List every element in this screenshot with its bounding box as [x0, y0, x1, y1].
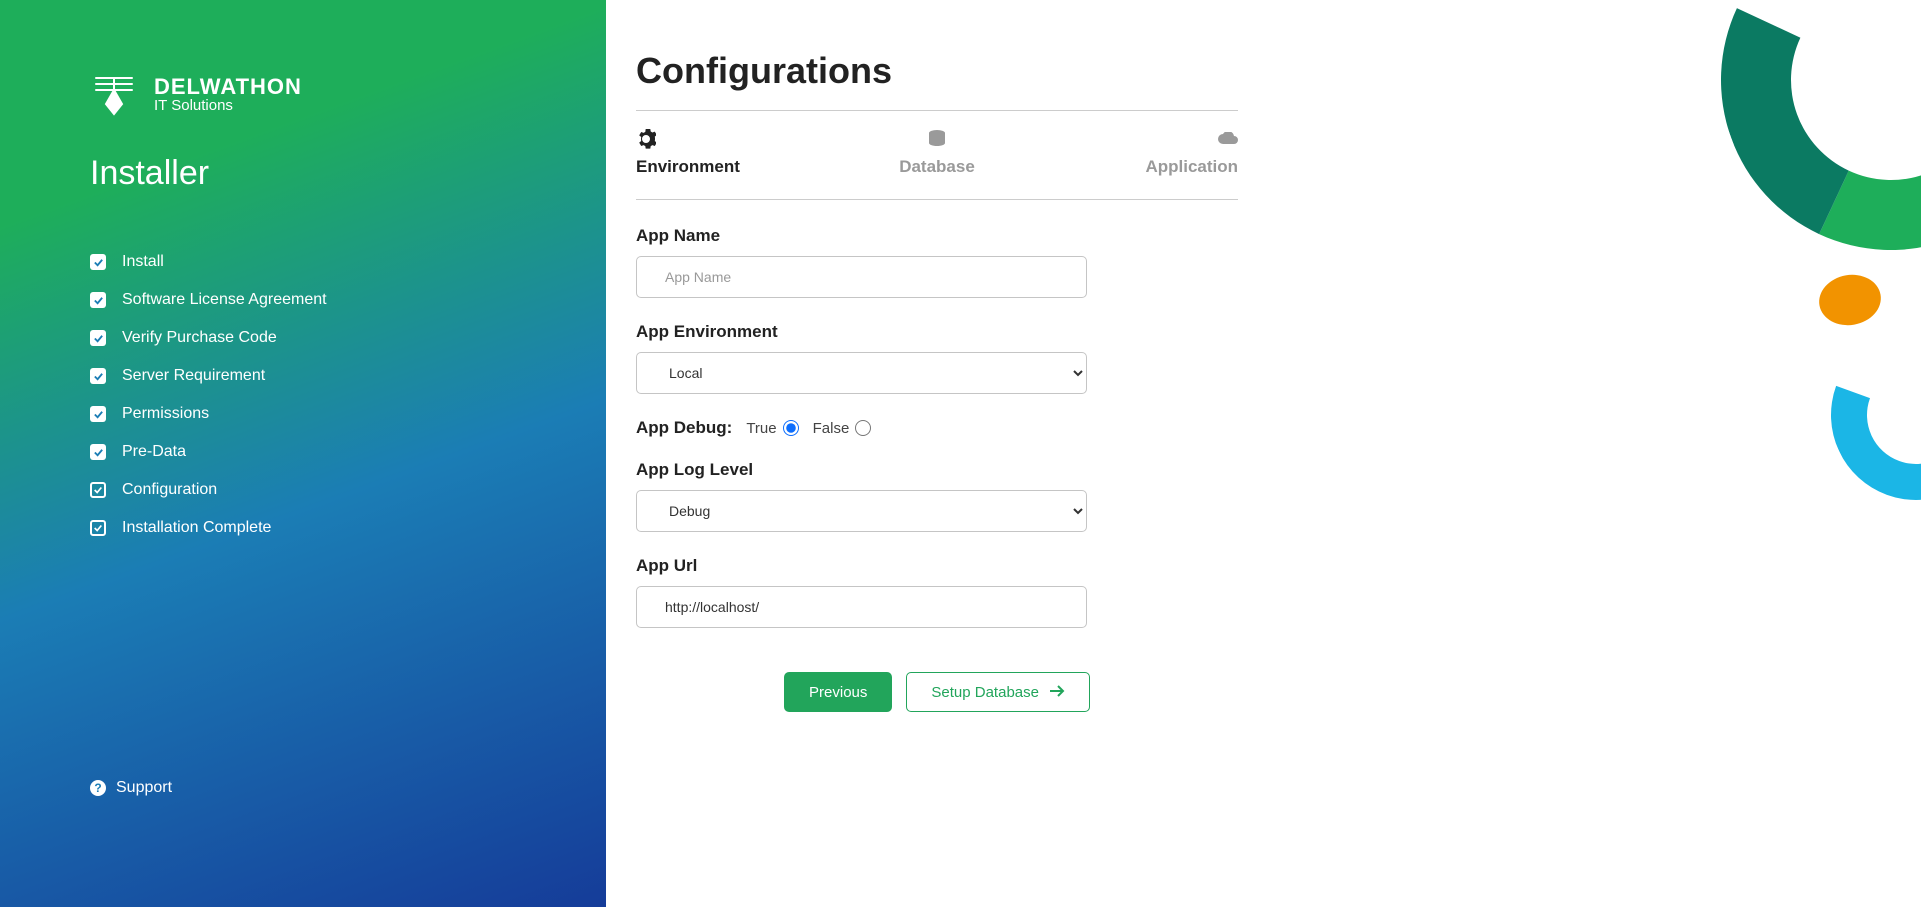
environment-form: App Name App Environment Local App Debug… — [636, 200, 1238, 712]
tab-label: Database — [899, 157, 975, 177]
app-url-label: App Url — [636, 556, 1238, 576]
app-debug-label: App Debug: — [636, 418, 732, 438]
app-name-input[interactable] — [636, 256, 1087, 298]
decor-blob-orange — [1815, 270, 1885, 330]
step-verify-purchase[interactable]: Verify Purchase Code — [90, 329, 606, 347]
app-log-select[interactable]: Debug — [636, 490, 1087, 532]
check-icon — [90, 292, 106, 308]
check-icon — [90, 330, 106, 346]
support-link[interactable]: ? Support — [90, 779, 172, 797]
step-label: Pre-Data — [122, 443, 186, 461]
app-env-label: App Environment — [636, 322, 1238, 342]
tab-application[interactable]: Application — [1037, 129, 1238, 177]
support-label: Support — [116, 779, 172, 797]
step-install[interactable]: Install — [90, 253, 606, 271]
step-installation-complete[interactable]: Installation Complete — [90, 519, 606, 537]
decor-blob-green — [1673, 0, 1921, 298]
brand-tagline: IT Solutions — [154, 98, 302, 114]
app-debug-true-radio[interactable] — [783, 420, 799, 436]
app-name-label: App Name — [636, 226, 1238, 246]
installer-steps: Install Software License Agreement Verif… — [90, 253, 606, 537]
brand: DELWATHON IT Solutions — [90, 70, 606, 118]
check-icon — [90, 254, 106, 270]
database-icon — [927, 129, 947, 149]
tab-label: Environment — [636, 157, 740, 177]
tab-database[interactable]: Database — [837, 129, 1038, 177]
button-label: Previous — [809, 684, 867, 701]
arrow-right-icon — [1049, 684, 1065, 701]
app-debug-false[interactable]: False — [813, 420, 872, 437]
step-configuration[interactable]: Configuration — [90, 481, 606, 499]
decor-blob-blue — [1803, 302, 1921, 528]
step-label: Software License Agreement — [122, 291, 327, 309]
check-icon — [90, 406, 106, 422]
previous-button[interactable]: Previous — [784, 672, 892, 712]
check-outline-icon — [90, 482, 106, 498]
brand-logo-icon — [90, 70, 138, 118]
tab-label: Application — [1145, 157, 1238, 177]
radio-label: False — [813, 420, 850, 437]
main-content: Configurations Environment Database Appl… — [636, 50, 1238, 712]
gear-icon — [636, 129, 656, 149]
step-label: Server Requirement — [122, 367, 265, 385]
step-label: Permissions — [122, 405, 209, 423]
check-outline-icon — [90, 520, 106, 536]
step-server-requirement[interactable]: Server Requirement — [90, 367, 606, 385]
app-url-input[interactable] — [636, 586, 1087, 628]
cloud-icon — [1218, 129, 1238, 149]
page-title: Configurations — [636, 50, 1238, 92]
radio-label: True — [746, 420, 776, 437]
setup-database-button[interactable]: Setup Database — [906, 672, 1090, 712]
step-label: Install — [122, 253, 164, 271]
sidebar: DELWATHON IT Solutions Installer Install… — [0, 0, 606, 907]
button-label: Setup Database — [931, 684, 1039, 701]
brand-name: DELWATHON — [154, 75, 302, 98]
check-icon — [90, 368, 106, 384]
app-env-select[interactable]: Local — [636, 352, 1087, 394]
step-permissions[interactable]: Permissions — [90, 405, 606, 423]
step-label: Installation Complete — [122, 519, 271, 537]
tab-environment[interactable]: Environment — [636, 129, 837, 177]
step-label: Configuration — [122, 481, 217, 499]
config-tabs: Environment Database Application — [636, 111, 1238, 199]
step-pre-data[interactable]: Pre-Data — [90, 443, 606, 461]
step-label: Verify Purchase Code — [122, 329, 277, 347]
question-icon: ? — [90, 780, 106, 796]
app-debug-true[interactable]: True — [746, 420, 798, 437]
app-debug-false-radio[interactable] — [855, 420, 871, 436]
check-icon — [90, 444, 106, 460]
app-log-label: App Log Level — [636, 460, 1238, 480]
step-license[interactable]: Software License Agreement — [90, 291, 606, 309]
sidebar-title: Installer — [90, 154, 606, 193]
